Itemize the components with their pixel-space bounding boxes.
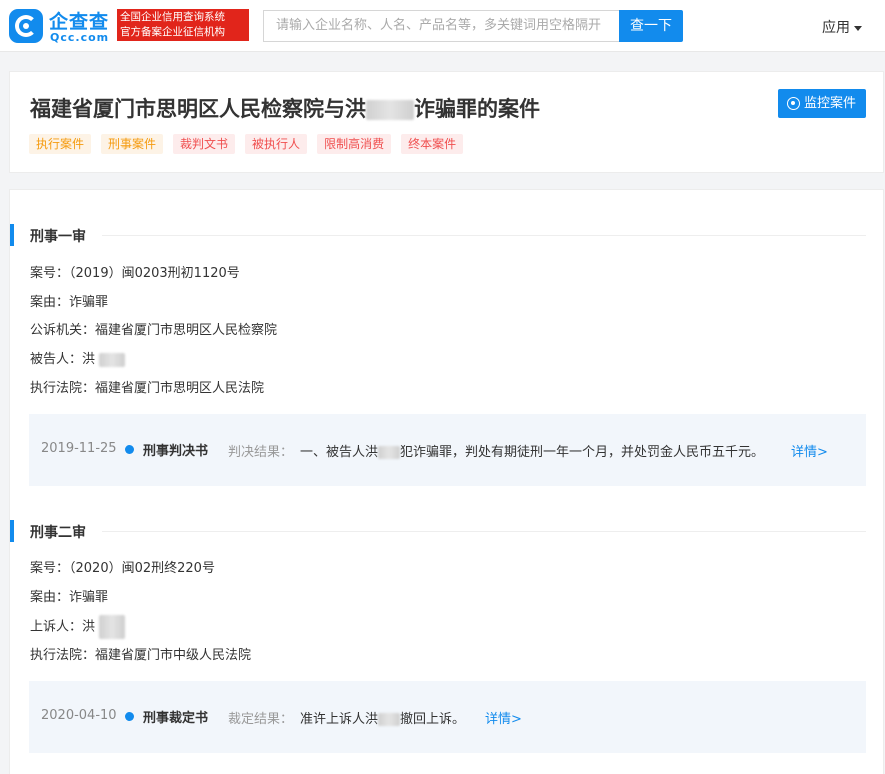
result-text: 准许上诉人洪 撤回上诉。	[300, 708, 465, 727]
redacted-name	[378, 713, 401, 726]
field-value: 诈骗罪	[69, 590, 109, 605]
field-case-number: 案号：（2019）闽0203刑初1120号	[30, 262, 240, 281]
field-value: （2019）闽0203刑初1120号	[69, 266, 240, 281]
field-value: 洪	[82, 619, 96, 635]
tag-terminated-case[interactable]: 终本案件	[401, 134, 464, 154]
result-label: 判决结果：	[228, 445, 294, 460]
field-value: （2020）闽02刑终220号	[69, 561, 215, 576]
judgment-document-row[interactable]: 2019-11-25 刑事判决书 判决结果： 一、被告人洪 犯诈骗罪，判处有期徒刑…	[29, 414, 866, 486]
case-title-card: 福建省厦门市思明区人民检察院与洪 诈骗罪的案件 监控案件 执行案件 刑事案件 裁判文书…	[9, 71, 884, 173]
details-link[interactable]: 详情>	[791, 441, 828, 460]
official-badge: 全国企业信用查询系统 官方备案企业征信机构	[117, 9, 249, 41]
field-label: 案由：	[30, 590, 70, 605]
logo-en-text: Qcc.com	[50, 31, 110, 44]
badge-line-2: 官方备案企业征信机构	[120, 26, 225, 38]
redacted-name	[99, 615, 126, 639]
section-accent-bar	[10, 520, 14, 542]
field-prosecutor: 公诉机关：福建省厦门市思明区人民检察院	[30, 319, 277, 338]
field-case-number: 案号：（2020）闽02刑终220号	[30, 557, 215, 576]
title-suffix: 诈骗罪的案件	[414, 97, 540, 121]
title-prefix: 福建省厦门市思明区人民检察院与洪	[30, 97, 366, 121]
result-suffix: 犯诈骗罪，判处有期徒刑一年一个月，并处罚金人民币五千元。	[400, 445, 765, 460]
field-court: 执行法院：福建省厦门市思明区人民法院	[30, 377, 264, 396]
tag-judgment-doc[interactable]: 裁判文书	[173, 134, 236, 154]
section-accent-bar	[10, 224, 14, 246]
timeline-dot-icon	[125, 712, 134, 721]
field-value: 福建省厦门市思明区人民法院	[95, 381, 265, 396]
redacted-name	[378, 446, 401, 459]
result-text: 一、被告人洪 犯诈骗罪，判处有期徒刑一年一个月，并处罚金人民币五千元。	[300, 441, 764, 460]
field-value: 福建省厦门市中级人民法院	[95, 648, 252, 663]
doc-type: 刑事判决书	[143, 444, 209, 459]
case-detail-card: 刑事一审 案号：（2019）闽0203刑初1120号 案由：诈骗罪 公诉机关：福…	[9, 189, 884, 774]
divider	[102, 235, 866, 236]
monitor-icon	[787, 97, 800, 110]
section-first-instance: 刑事一审	[10, 224, 866, 246]
logo-icon	[9, 9, 43, 43]
redacted-name	[366, 100, 414, 120]
field-label: 执行法院：	[30, 381, 96, 396]
monitor-label: 监控案件	[804, 96, 857, 111]
field-label: 执行法院：	[30, 648, 96, 663]
tag-executed-person[interactable]: 被执行人	[245, 134, 308, 154]
timeline-dot-icon	[125, 445, 134, 454]
logo-cn-text: 企查查	[49, 11, 110, 33]
field-value: 诈骗罪	[69, 295, 109, 310]
section-second-instance: 刑事二审	[10, 520, 866, 542]
qcc-logo[interactable]: 企查查 Qcc.com	[9, 7, 112, 45]
doc-date: 2020-04-10	[41, 708, 117, 723]
search-button[interactable]: 查一下	[619, 10, 683, 42]
doc-date: 2019-11-25	[41, 441, 117, 456]
page-title: 福建省厦门市思明区人民检察院与洪 诈骗罪的案件	[30, 93, 540, 123]
field-label: 案由：	[30, 295, 70, 310]
monitor-case-button[interactable]: 监控案件	[778, 89, 866, 118]
field-label: 案号：	[30, 561, 70, 576]
field-defendant: 被告人：洪	[30, 348, 126, 367]
tag-execution-case[interactable]: 执行案件	[29, 134, 92, 154]
apps-menu[interactable]: 应用	[822, 17, 862, 37]
field-court: 执行法院：福建省厦门市中级人民法院	[30, 644, 251, 663]
field-cause: 案由：诈骗罪	[30, 291, 108, 310]
result-suffix: 撤回上诉。	[400, 712, 466, 727]
top-bar: 企查查 Qcc.com 全国企业信用查询系统 官方备案企业征信机构 请输入企业名…	[0, 0, 885, 52]
field-label: 上诉人：	[30, 619, 83, 635]
field-label: 被告人：	[30, 352, 83, 367]
section-heading: 刑事一审	[30, 229, 86, 245]
result-prefix: 准许上诉人洪	[300, 712, 379, 727]
badge-line-1: 全国企业信用查询系统	[120, 11, 225, 23]
tag-criminal-case[interactable]: 刑事案件	[101, 134, 164, 154]
caret-down-icon	[854, 25, 862, 31]
field-value: 福建省厦门市思明区人民检察院	[95, 323, 278, 338]
field-value: 洪	[82, 352, 96, 367]
result-label: 裁定结果：	[228, 712, 294, 727]
details-link[interactable]: 详情>	[485, 708, 522, 727]
field-label: 公诉机关：	[30, 323, 96, 338]
field-cause: 案由：诈骗罪	[30, 586, 108, 605]
field-appellant: 上诉人：洪	[30, 615, 126, 639]
field-label: 案号：	[30, 266, 70, 281]
redacted-name	[99, 352, 126, 367]
tag-consumption-limit[interactable]: 限制高消费	[317, 134, 392, 154]
ruling-document-row[interactable]: 2020-04-10 刑事裁定书 裁定结果： 准许上诉人洪 撤回上诉。 详情>	[29, 681, 866, 753]
result-prefix: 一、被告人洪	[300, 445, 379, 460]
apps-label: 应用	[822, 20, 850, 36]
case-tags: 执行案件 刑事案件 裁判文书 被执行人 限制高消费 终本案件	[29, 134, 473, 154]
search-input[interactable]: 请输入企业名称、人名、产品名等，多关键词用空格隔开	[263, 10, 620, 42]
divider	[102, 531, 866, 532]
doc-type: 刑事裁定书	[143, 711, 209, 726]
section-heading: 刑事二审	[30, 525, 86, 541]
